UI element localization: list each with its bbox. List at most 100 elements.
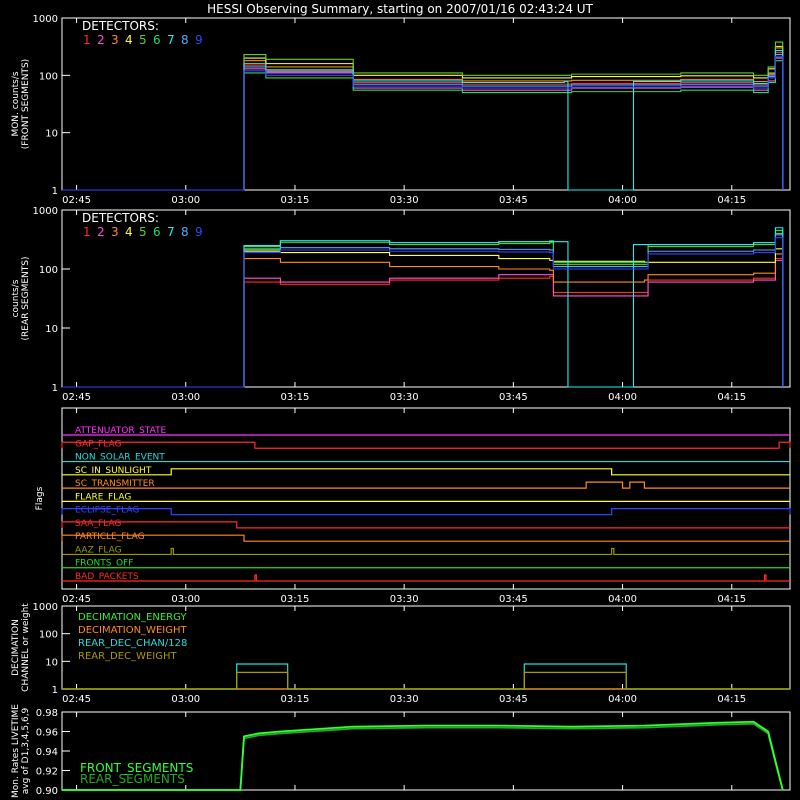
- flags-ylabel: Flags: [35, 486, 45, 510]
- rear-ytick-label: 1000: [33, 206, 58, 217]
- front-legend-item: 9: [195, 33, 203, 47]
- rear-legend-item: 6: [153, 225, 161, 239]
- flag-label: GAP_FLAG: [75, 439, 121, 449]
- rear-legend-item: 5: [139, 225, 147, 239]
- livetime-ytick-label: 0.96: [36, 728, 58, 739]
- flag-label: ECLIPSE_FLAG: [75, 506, 139, 516]
- front-legend-item: 1: [83, 33, 91, 47]
- front-xtick-label: 03:00: [171, 195, 200, 206]
- flags-xtick-label: 03:30: [390, 594, 419, 605]
- decimation-xtick-label: 03:30: [390, 694, 419, 705]
- flag-line: [61, 441, 791, 449]
- flag-label: FRONTS_OFF: [75, 559, 133, 569]
- decimation-xtick-label: 03:45: [499, 694, 528, 705]
- flag-line: [62, 547, 790, 556]
- flag-line: [61, 534, 790, 542]
- front-legend-item: 3: [111, 33, 119, 47]
- decimation-xtick-label: 04:00: [608, 694, 637, 705]
- front-ytick-label: 10: [45, 129, 58, 140]
- flag-line: [61, 521, 790, 529]
- decimation-ylabel: CHANNEL or weight: [21, 603, 31, 692]
- flag-label: NON_SOLAR_EVENT: [75, 453, 165, 463]
- decimation-ytick-label: 100: [39, 630, 58, 641]
- flag-label: FLARE_FLAG: [75, 492, 131, 502]
- front-ytick-label: 100: [39, 71, 58, 82]
- flags-xtick-label: 02:45: [62, 594, 91, 605]
- front-legend-item: 8: [181, 33, 189, 47]
- decimation-xtick-label: 02:45: [62, 694, 91, 705]
- flags-xtick-label: 04:15: [717, 594, 746, 605]
- rear-legend-item: 9: [195, 225, 203, 239]
- flag-label: ATTENUATOR_STATE: [75, 426, 167, 436]
- decimation-legend-item: REAR_DEC_WEIGHT: [78, 651, 177, 662]
- livetime-legend-item: REAR_SEGMENTS: [80, 772, 185, 786]
- chart-layer: MON. counts/s (FRONT SEGMENTS) 1 10 100 1000 0…: [11, 14, 791, 798]
- rear-ytick-label: 1: [52, 383, 58, 394]
- rear-xtick-label: 03:15: [281, 392, 310, 403]
- front-ytick-label: 1: [52, 186, 58, 197]
- rear-ytick-label: 10: [45, 324, 58, 335]
- decimation-legend-item: DECIMATION_WEIGHT: [78, 625, 187, 636]
- rear-ylabel: counts/s: [11, 279, 21, 317]
- flags-xtick-label: 04:00: [608, 594, 637, 605]
- flag-label: AAZ_FLAG: [75, 545, 122, 555]
- front-legend-item: 7: [167, 33, 175, 47]
- livetime-ylabel: avg of D1,3,4,5,6,9: [21, 707, 31, 794]
- rear-legend-item: 8: [181, 225, 189, 239]
- rear-series-3: [62, 253, 784, 388]
- front-ytick-label: 1000: [33, 14, 58, 25]
- decimation-legend-item: DECIMATION_ENERGY: [78, 612, 187, 623]
- livetime-ytick-label: 0.92: [36, 767, 58, 778]
- rear-xtick-label: 02:45: [62, 392, 91, 403]
- flag-line: [62, 468, 790, 476]
- livetime-ytick-label: 0.90: [36, 786, 58, 797]
- rear-legend-item: 3: [111, 225, 119, 239]
- rear-xtick-label: 03:45: [499, 392, 528, 403]
- front-legend-item: 2: [97, 33, 105, 47]
- front-xtick-label: 02:45: [62, 195, 91, 206]
- decimation-xtick-label: 03:00: [171, 694, 200, 705]
- rear-ylabel: (REAR SEGMENTS): [21, 256, 31, 340]
- flag-line: [62, 574, 790, 582]
- front-series-5: [62, 41, 784, 191]
- rear-xtick-label: 03:00: [171, 392, 200, 403]
- decimation-ytick-label: 10: [45, 657, 58, 668]
- rear-legend-item: 4: [125, 225, 133, 239]
- front-xtick-label: 03:45: [499, 195, 528, 206]
- front-xtick-label: 04:00: [608, 195, 637, 206]
- rear-series-2: [62, 259, 784, 388]
- front-xtick-label: 04:15: [717, 195, 746, 206]
- decimation-xtick-label: 03:15: [281, 694, 310, 705]
- decimation-series-3: [62, 663, 790, 690]
- rear-legend-item: 2: [97, 225, 105, 239]
- decimation-legend-item: REAR_DEC_CHAN/128: [78, 638, 187, 649]
- decimation-ytick-label: 1: [52, 685, 58, 696]
- livetime-ytick-label: 0.94: [36, 747, 58, 758]
- hessi-summary-chart: HESSI Observing Summary, starting on 200…: [11, 2, 791, 798]
- rear-xtick-label: 04:15: [717, 392, 746, 403]
- rear-series-4: [62, 248, 784, 388]
- front-ylabel: MON. counts/s: [11, 71, 21, 136]
- decimation-ylabel: DECIMATION: [11, 619, 21, 676]
- front-ylabel: (FRONT SEGMENTS): [21, 59, 31, 149]
- rear-xtick-label: 03:30: [390, 392, 419, 403]
- flag-label: SAA_FLAG: [75, 519, 121, 529]
- flag-label: PARTICLE_FLAG: [75, 532, 145, 542]
- flags-xtick-label: 03:15: [281, 594, 310, 605]
- front-legend-title: DETECTORS:: [82, 19, 159, 33]
- front-series-4: [62, 45, 784, 191]
- flag-label: BAD_PACKETS: [75, 572, 139, 582]
- rear-legend-item: 7: [167, 225, 175, 239]
- rear-series-8: [62, 234, 784, 388]
- flag-label: SC_IN_SUNLIGHT: [75, 466, 152, 476]
- rear-legend-item: 1: [83, 225, 91, 239]
- livetime-ylabel: Mon. Rates LIVETIME: [11, 704, 21, 798]
- front-legend-item: 6: [153, 33, 161, 47]
- flags-xtick-label: 03:00: [171, 594, 200, 605]
- livetime-ytick-label: 0.98: [36, 708, 58, 719]
- decimation-series-4: [62, 671, 790, 690]
- decimation-xtick-label: 04:15: [717, 694, 746, 705]
- front-legend-item: 5: [139, 33, 147, 47]
- rear-legend-title: DETECTORS:: [82, 211, 159, 225]
- front-series-2: [62, 57, 784, 191]
